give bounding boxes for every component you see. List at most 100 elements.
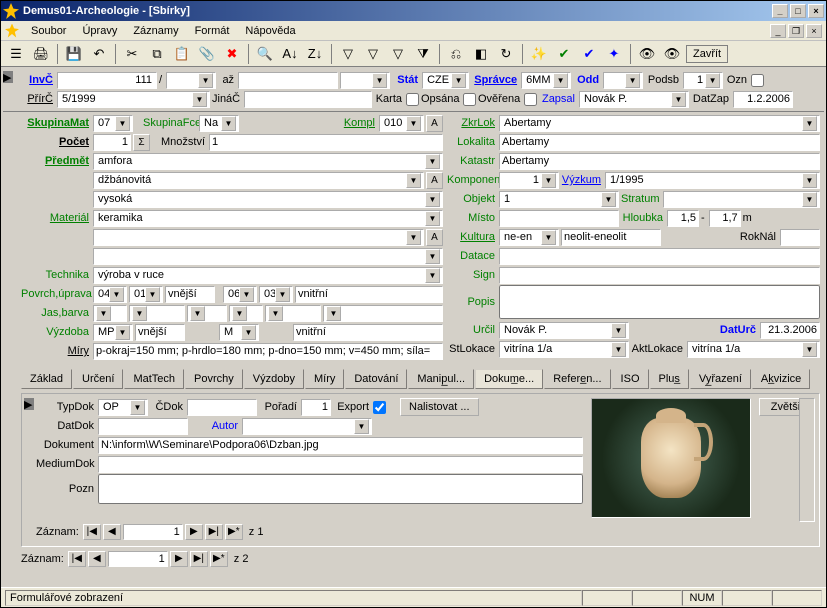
tb-paste-icon[interactable]: 📋 — [171, 43, 193, 65]
lbl-prirc[interactable]: PřírČ — [21, 93, 55, 105]
vyzkum-combo[interactable]: 1/1995▼ — [605, 172, 820, 189]
typdok-combo[interactable]: OP▼ — [98, 399, 148, 416]
material-combo[interactable]: keramika▼ — [93, 210, 443, 227]
tb-sort-desc-icon[interactable]: Z↓ — [304, 43, 326, 65]
invc-to-suffix[interactable]: ▼ — [340, 72, 390, 89]
ozn-checkbox[interactable] — [751, 74, 764, 87]
tb-check2-icon[interactable]: ✔ — [578, 43, 600, 65]
tab-zaklad[interactable]: Základ — [21, 369, 72, 389]
opsana-chk[interactable] — [463, 93, 476, 106]
komponent-combo[interactable]: 1▼ — [499, 172, 559, 189]
predmet-sub1[interactable]: džbánovitá▼ — [93, 172, 424, 189]
tab-akvizice[interactable]: Ak̲vizice — [752, 369, 810, 389]
urcil-combo[interactable]: Novák P.▼ — [499, 322, 629, 339]
tb-nav2-icon[interactable]: ◧ — [470, 43, 492, 65]
tb-eye2-icon[interactable]: 👁 — [661, 43, 683, 65]
jas1[interactable]: ▼ — [93, 305, 127, 322]
objekt-combo[interactable]: 1▼ — [499, 191, 619, 208]
pozn-field[interactable] — [98, 474, 583, 504]
invc-field[interactable]: 111 — [57, 72, 157, 89]
tb-filter-icon[interactable]: ▽ — [337, 43, 359, 65]
subform-scrollbar[interactable] — [799, 398, 815, 522]
kultura2[interactable] — [561, 229, 661, 246]
tab-plus[interactable]: Plus̲ — [650, 369, 689, 389]
tb-filter3-icon[interactable]: ▽ — [387, 43, 409, 65]
export-chk[interactable] — [373, 401, 386, 414]
material-sub[interactable]: ▼ — [93, 229, 424, 246]
datace-field[interactable] — [499, 248, 820, 265]
jas6[interactable]: ▼ — [323, 305, 443, 322]
predmet-a-btn[interactable]: A — [426, 172, 443, 189]
tb-close-label[interactable]: Zavřít — [686, 45, 728, 63]
povrch4[interactable]: 03▼ — [259, 286, 293, 303]
tab-miry[interactable]: Míry — [305, 369, 344, 389]
menu-format[interactable]: Formát — [187, 23, 238, 39]
tab-urceni[interactable]: Určení — [73, 369, 123, 389]
povrch3[interactable]: 06▼ — [223, 286, 257, 303]
vyzdoba-vnejsi[interactable] — [135, 324, 185, 341]
tab-dokume[interactable]: Dokum̲e... — [475, 369, 543, 389]
lbl-predmet[interactable]: Předmět — [21, 155, 91, 167]
sub-nav-current[interactable] — [123, 524, 183, 540]
sub-nav-next[interactable]: ▶ — [185, 524, 203, 540]
lbl-material[interactable]: Materiál — [21, 212, 91, 224]
prirc-combo[interactable]: 5/1999▼ — [57, 91, 210, 108]
miry-field[interactable] — [93, 343, 443, 360]
odd-combo[interactable]: ▼ — [603, 72, 643, 89]
kompl-btn[interactable]: A — [426, 115, 443, 132]
tb-check-icon[interactable]: ✔ — [553, 43, 575, 65]
lbl-kultura[interactable]: Kultura — [447, 231, 497, 243]
povrch-vnejsi[interactable] — [165, 286, 215, 303]
tb-view-icon[interactable]: ☰ — [5, 43, 27, 65]
nav-last[interactable]: ▶| — [190, 551, 208, 567]
dokument-field[interactable] — [98, 437, 583, 454]
menu-upravy[interactable]: Úpravy — [74, 23, 125, 39]
vyzdoba-vnitrni[interactable] — [293, 324, 443, 341]
tb-clip-icon[interactable]: 📎 — [196, 43, 218, 65]
tb-nav1-icon[interactable]: ⎌ — [445, 43, 467, 65]
tb-sort-asc-icon[interactable]: A↓ — [279, 43, 301, 65]
mnozstvi-field[interactable] — [209, 134, 443, 151]
nav-prev[interactable]: ◀ — [88, 551, 106, 567]
minimize-button[interactable]: _ — [772, 4, 788, 18]
stratum-combo[interactable]: ▼ — [663, 191, 820, 208]
predmet-sub2[interactable]: vysoká▼ — [93, 191, 443, 208]
lbl-pocet[interactable]: Počet — [21, 136, 91, 148]
maximize-button[interactable]: □ — [790, 4, 806, 18]
nav-new[interactable]: ▶* — [210, 551, 228, 567]
spravce-combo[interactable]: 6MM▼ — [521, 72, 571, 89]
sigma-btn[interactable]: Σ — [133, 134, 150, 151]
tab-manipul[interactable]: Manip̲ul... — [408, 369, 474, 389]
jinac-field[interactable] — [244, 91, 372, 108]
expand-handle-top[interactable]: ▶ — [3, 71, 13, 83]
datzap-field[interactable] — [733, 91, 793, 108]
podsb-combo[interactable]: 1▼ — [683, 72, 723, 89]
poradi-field[interactable] — [301, 399, 331, 416]
tab-povrchy[interactable]: Povrchy — [185, 369, 243, 389]
expand-handle-sub[interactable]: ▶ — [24, 398, 34, 410]
nav-current[interactable] — [108, 551, 168, 567]
popis-field[interactable] — [499, 285, 820, 319]
tab-mattech[interactable]: MatTech — [124, 369, 184, 389]
overena-chk[interactable] — [524, 93, 537, 106]
sub-nav-last[interactable]: ▶| — [205, 524, 223, 540]
tb-refresh-icon[interactable]: ↻ — [495, 43, 517, 65]
lbl-zkrlok[interactable]: ZkrLok — [447, 117, 497, 129]
povrch-vnitrni[interactable] — [295, 286, 443, 303]
katastr-field[interactable] — [499, 153, 820, 170]
povrch2[interactable]: 01▼ — [129, 286, 163, 303]
misto-field[interactable] — [499, 210, 619, 227]
daturc-field[interactable] — [760, 322, 820, 339]
autor-combo[interactable]: ▼ — [242, 418, 372, 435]
pocet-field[interactable] — [93, 134, 131, 151]
kultura1[interactable]: ne-en▼ — [499, 229, 559, 246]
tb-filter2-icon[interactable]: ▽ — [362, 43, 384, 65]
kompl-combo[interactable]: 010▼ — [379, 115, 424, 132]
technika-combo[interactable]: výroba v ruce▼ — [93, 267, 443, 284]
lbl-miry[interactable]: Míry — [21, 345, 91, 357]
tb-wand-icon[interactable]: ✨ — [528, 43, 550, 65]
tb-delete-icon[interactable]: ✖ — [221, 43, 243, 65]
hloubka1[interactable] — [667, 210, 699, 227]
vyzdoba1[interactable]: MP▼ — [93, 324, 133, 341]
mdi-restore[interactable]: ❐ — [788, 24, 804, 38]
